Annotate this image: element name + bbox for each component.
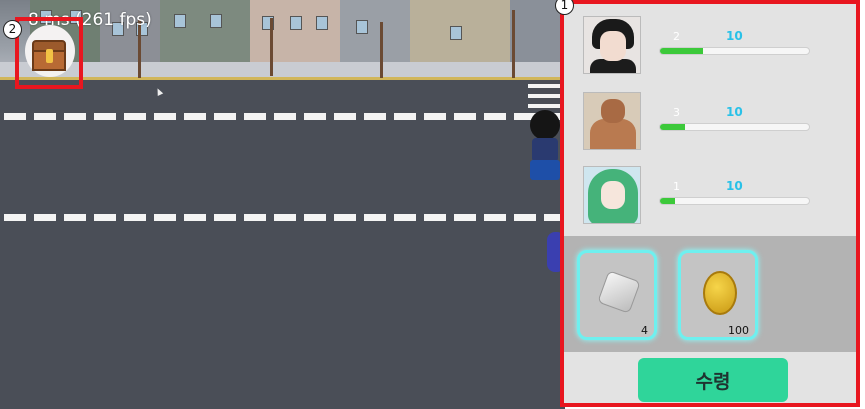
lane-dash xyxy=(424,214,446,221)
utility-pole xyxy=(270,18,273,76)
building xyxy=(410,0,510,62)
lane-dash xyxy=(424,113,446,120)
lane-dash xyxy=(514,214,536,221)
gold-coin-icon xyxy=(703,271,737,315)
lane-dash xyxy=(184,113,206,120)
hero-level: 3 xyxy=(673,106,680,119)
lane-dash xyxy=(454,214,476,221)
lane-dash xyxy=(154,113,176,120)
hero-row[interactable]: 1 10 xyxy=(578,166,858,228)
crosswalk-stripe xyxy=(528,94,560,98)
lane-dash xyxy=(364,113,386,120)
hero-progress-fill xyxy=(660,48,704,54)
muscular-brute-portrait xyxy=(583,92,641,150)
lane-dash xyxy=(334,113,356,120)
lane-dash xyxy=(184,214,206,221)
hero-max-level: 10 xyxy=(726,29,743,43)
chest-button[interactable] xyxy=(15,17,83,89)
player-character[interactable] xyxy=(524,110,564,180)
hero-progress-bar xyxy=(659,197,810,205)
hero-progress-fill xyxy=(660,198,675,204)
lane-dash xyxy=(394,214,416,221)
lane-dash xyxy=(394,113,416,120)
lane-dash xyxy=(244,214,266,221)
hero-progress-fill xyxy=(660,124,686,130)
hero-progress-bar xyxy=(659,47,810,55)
lane-dash xyxy=(94,214,116,221)
dark-haired-man-portrait xyxy=(583,16,641,74)
reward-panel: 2 10 3 10 1 10 4 100 수령 xyxy=(560,0,860,407)
lane-dash xyxy=(244,113,266,120)
building xyxy=(160,0,250,62)
hero-progress-bar xyxy=(659,123,810,131)
silver-gem-icon xyxy=(597,270,641,314)
utility-pole xyxy=(380,22,383,78)
lane-dash xyxy=(484,113,506,120)
lane-dash xyxy=(484,214,506,221)
game-scene[interactable]: 8 ms (261 fps) 2 xyxy=(0,0,565,409)
lane-dash xyxy=(4,113,26,120)
item-slot-coin[interactable]: 100 xyxy=(678,250,758,340)
hero-level: 1 xyxy=(673,180,680,193)
lane-dash xyxy=(64,113,86,120)
lane-dash xyxy=(334,214,356,221)
lane-dash xyxy=(274,113,296,120)
lane-dash xyxy=(34,113,56,120)
hero-row[interactable]: 2 10 xyxy=(578,16,858,78)
lane-dash xyxy=(214,214,236,221)
hero-max-level: 10 xyxy=(726,105,743,119)
sidewalk xyxy=(0,62,565,80)
inventory-area: 4 100 xyxy=(564,236,856,352)
lane-dash xyxy=(214,113,236,120)
lane-dash xyxy=(124,214,146,221)
lane-dash xyxy=(64,214,86,221)
receive-button[interactable]: 수령 xyxy=(638,358,788,402)
item-slot-gem[interactable]: 4 xyxy=(577,250,657,340)
lane-dash xyxy=(364,214,386,221)
annotation-marker-2: 2 xyxy=(3,20,22,39)
lane-dash xyxy=(454,113,476,120)
lane-dash xyxy=(274,214,296,221)
green-haired-girl-portrait xyxy=(583,166,641,224)
building xyxy=(340,0,410,62)
chest-lock-icon xyxy=(46,49,53,63)
building xyxy=(250,0,340,62)
lane-dash xyxy=(154,214,176,221)
item-count: 100 xyxy=(728,324,749,337)
lane-dash xyxy=(124,113,146,120)
hero-level: 2 xyxy=(673,30,680,43)
crosswalk-stripe xyxy=(528,104,560,108)
utility-pole xyxy=(512,10,515,78)
lane-dash xyxy=(94,113,116,120)
lane-dash xyxy=(304,113,326,120)
lane-dash xyxy=(34,214,56,221)
crosswalk-stripe xyxy=(528,84,560,88)
lane-dash xyxy=(304,214,326,221)
hero-max-level: 10 xyxy=(726,179,743,193)
item-count: 4 xyxy=(641,324,648,337)
lane-dash xyxy=(4,214,26,221)
mouse-cursor xyxy=(154,87,164,96)
hero-row[interactable]: 3 10 xyxy=(578,92,858,154)
